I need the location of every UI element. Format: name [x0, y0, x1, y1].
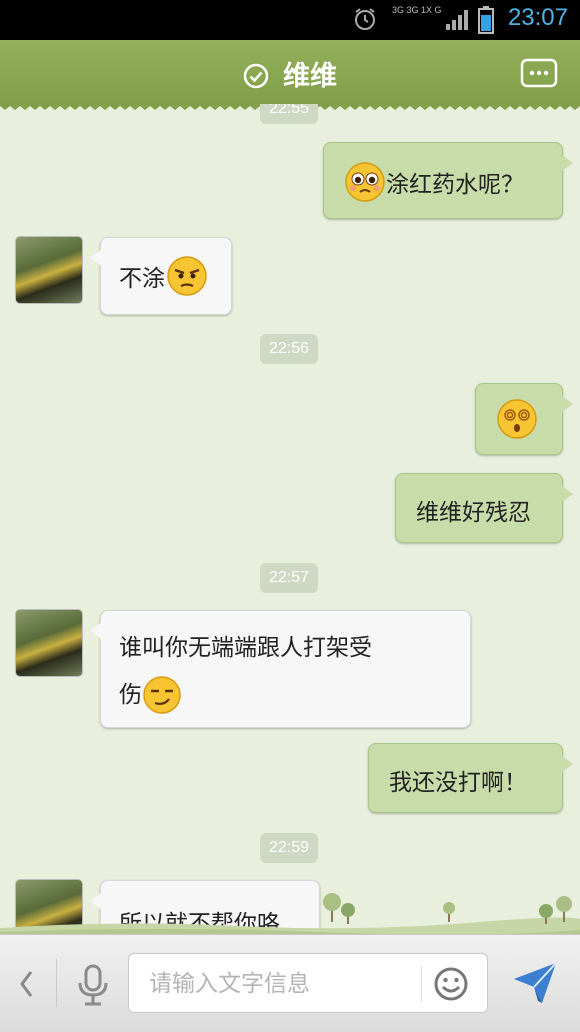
- message-text-line: 伤: [119, 671, 470, 718]
- timestamp: 22:55: [260, 104, 319, 124]
- more-dots-icon: [520, 58, 558, 88]
- message-text: 伤: [119, 681, 142, 708]
- divider: [56, 959, 57, 1007]
- grumpy-face-icon: [167, 256, 207, 296]
- message-text-line: 谁叫你无端端跟人打架受: [119, 635, 372, 661]
- clock: 23:07: [507, 4, 568, 31]
- header-title-wrap: 维维: [0, 54, 580, 93]
- status-bar: 3G 3G 1X G 23:07: [0, 0, 580, 40]
- message-input[interactable]: [147, 964, 421, 1004]
- message-bubble-outgoing[interactable]: 维维好残忍: [395, 473, 573, 543]
- message-text: 维维好残忍: [416, 500, 531, 526]
- chat-area[interactable]: 22:55 涂红药水呢？ 不涂 22:56 维维好残忍 22:57 谁叫你无端端…: [0, 104, 580, 934]
- timestamp: 22:56: [260, 334, 319, 364]
- message-text: 涂红药水呢？: [386, 172, 524, 198]
- more-menu-button[interactable]: [520, 58, 558, 88]
- check-circle-icon: [243, 63, 269, 89]
- send-button[interactable]: [512, 961, 558, 1009]
- message-input-wrap: [128, 953, 488, 1013]
- divider: [421, 966, 422, 1002]
- chat-header: 维维: [0, 40, 580, 104]
- dizzy-face-icon: [497, 399, 537, 439]
- smiley-icon: [434, 967, 468, 1001]
- collapse-button[interactable]: [16, 967, 36, 1005]
- chevron-left-icon: [20, 971, 33, 997]
- battery-icon: [478, 6, 494, 38]
- page-title: 维维: [283, 61, 337, 92]
- alarm-icon: [352, 6, 378, 36]
- pleading-face-icon: [345, 162, 385, 202]
- input-bar: [0, 934, 580, 1032]
- send-icon: [514, 962, 557, 1003]
- message-text: 不涂: [119, 266, 165, 292]
- microphone-icon: [78, 964, 108, 1006]
- voice-input-button[interactable]: [72, 963, 114, 1011]
- network-type-label: 3G 3G 1X G: [392, 5, 442, 15]
- avatar[interactable]: [16, 610, 82, 676]
- emoji-button[interactable]: [433, 966, 469, 1006]
- message-bubble-outgoing[interactable]: 我还没打啊！: [368, 743, 573, 813]
- message-bubble-incoming[interactable]: 谁叫你无端端跟人打架受 伤: [90, 610, 471, 728]
- message-bubble-outgoing[interactable]: [475, 383, 573, 455]
- signal-icon: [446, 10, 470, 34]
- message-text: 我还没打啊！: [389, 770, 527, 796]
- timestamp: 22:59: [260, 833, 319, 863]
- smirk-face-icon: [143, 675, 181, 714]
- avatar[interactable]: [16, 237, 82, 303]
- landscape-decoration: [0, 893, 580, 936]
- timestamp: 22:57: [260, 563, 319, 593]
- message-bubble-outgoing[interactable]: 涂红药水呢？: [323, 142, 573, 219]
- message-bubble-incoming[interactable]: 不涂: [90, 237, 232, 315]
